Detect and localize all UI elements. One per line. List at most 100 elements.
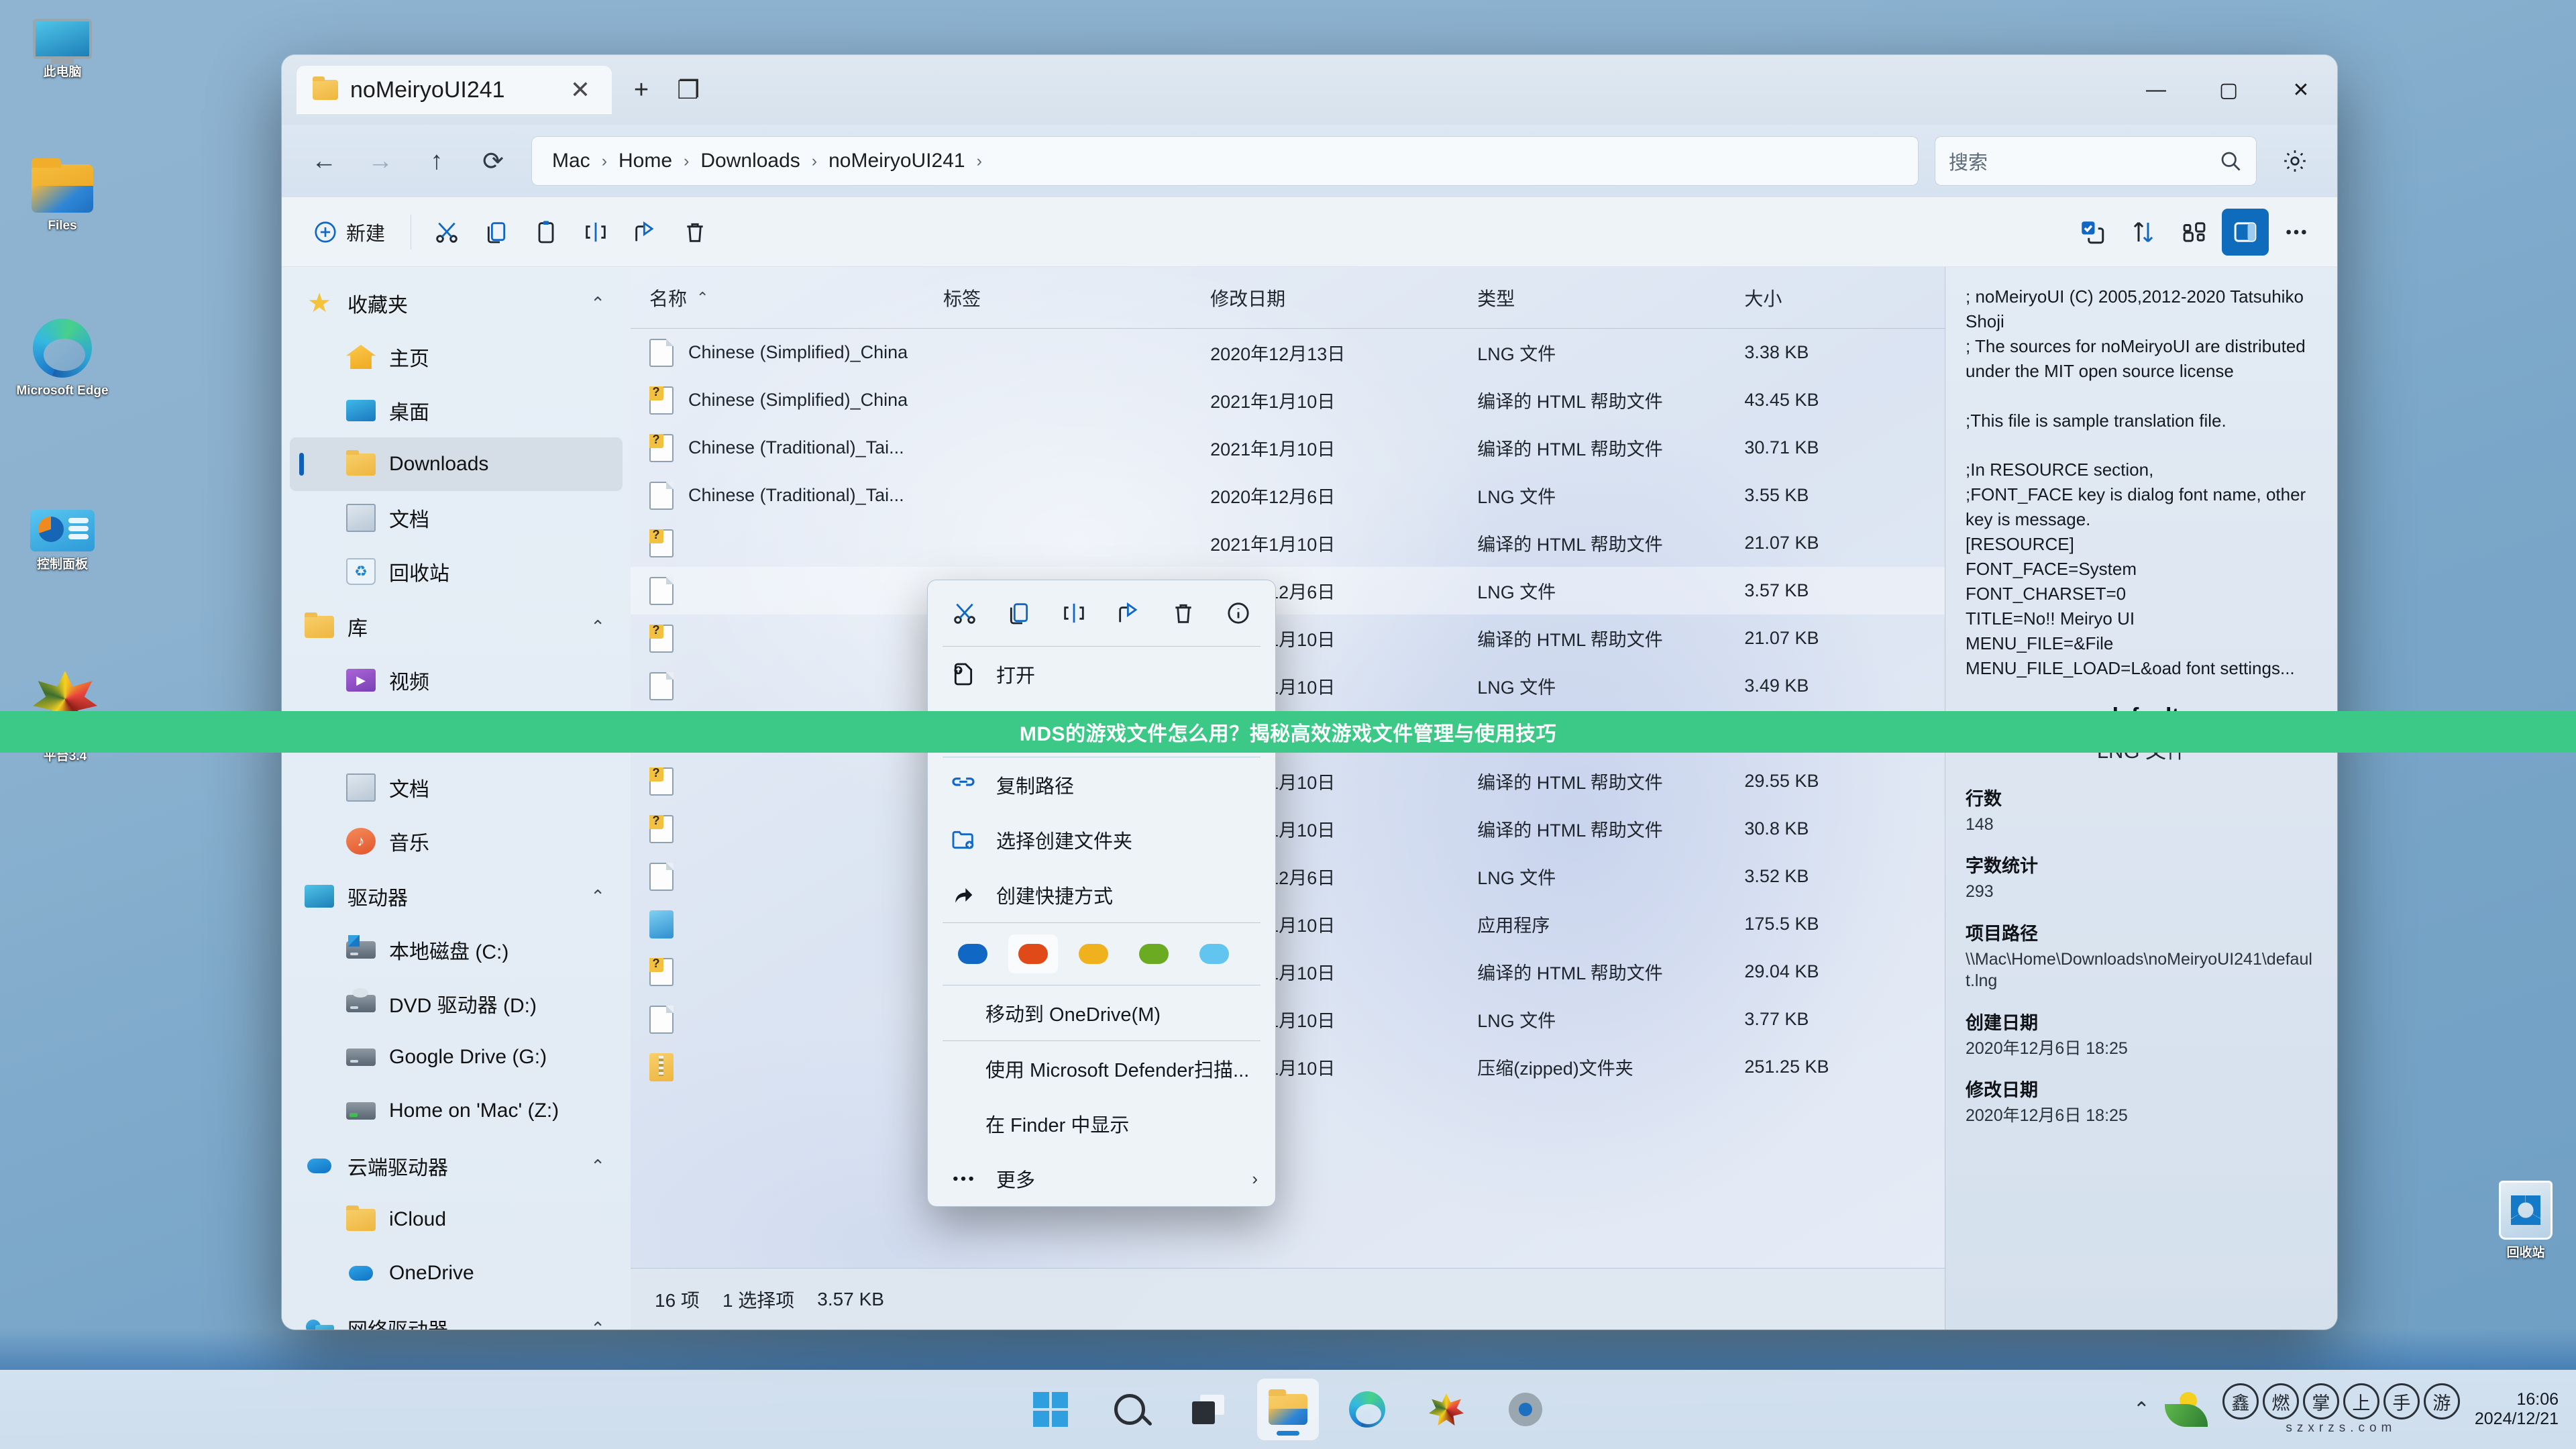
tray-expand-icon[interactable]: ⌃ xyxy=(2133,1398,2150,1421)
table-row[interactable]: Chinese (Traditional)_Tai... 2020年12月6日 LN… xyxy=(631,472,1945,519)
table-row[interactable]: 2021年1月10日LNG 文件3.49 KB xyxy=(631,662,1945,710)
navigation-sidebar[interactable]: ★ 收藏夹 ⌃ 主页 桌面 Downloads 文档 ♻ 回收站 库 ⌃ ▶ 视… xyxy=(282,267,631,1330)
table-row[interactable]: 2021年1月10日压缩(zipped)文件夹251.25 KB xyxy=(631,1043,1945,1091)
taskbar-task-view-button[interactable] xyxy=(1178,1379,1240,1440)
desktop-icon-control-panel[interactable]: 控制面板 xyxy=(12,510,113,573)
color-tag-cyan[interactable] xyxy=(1189,934,1239,973)
sidebar-group-library[interactable]: 库 ⌃ xyxy=(290,600,623,653)
breadcrumb-item-home[interactable]: Home xyxy=(613,147,678,175)
rename-button[interactable] xyxy=(572,209,619,256)
color-tag-blue[interactable] xyxy=(948,934,998,973)
table-row[interactable]: 2021年1月10日应用程序175.5 KB xyxy=(631,900,1945,948)
taskbar-red-alert-button[interactable] xyxy=(1415,1379,1477,1440)
table-row[interactable]: Chinese (Simplified)_China 2021年1月10日 编译的 … xyxy=(631,376,1945,424)
column-header-name[interactable]: 名称 ⌃ xyxy=(649,284,943,311)
table-row[interactable]: Chinese (Simplified)_China 2020年12月13日 LNG… xyxy=(631,329,1945,376)
sidebar-item-desktop[interactable]: 桌面 xyxy=(290,384,623,437)
maximize-button[interactable]: ▢ xyxy=(2192,55,2265,125)
cut-button[interactable] xyxy=(423,209,470,256)
context-rename-button[interactable] xyxy=(1052,592,1096,634)
desktop-icon-files[interactable]: Files xyxy=(12,158,113,234)
chevron-up-icon[interactable]: ⌃ xyxy=(590,293,605,314)
copy-button[interactable] xyxy=(473,209,520,256)
search-input[interactable]: 搜索 xyxy=(1935,136,2257,186)
context-menu-item-new-folder[interactable]: 选择创建文件夹 xyxy=(928,812,1275,867)
tab-nomeiryoui241[interactable]: noMeiryoUI241 ✕ xyxy=(297,66,612,114)
share-button[interactable] xyxy=(622,209,669,256)
view-button[interactable] xyxy=(2171,209,2218,256)
sidebar-item-recycle-bin[interactable]: 回收站 xyxy=(290,545,623,598)
taskbar-file-explorer-button[interactable] xyxy=(1257,1379,1319,1440)
context-menu[interactable]: 打开 打开方式 复制路径 xyxy=(927,580,1276,1207)
breadcrumb[interactable]: Mac › Home › Downloads › noMeiryoUI241 › xyxy=(531,136,1919,186)
chevron-up-icon[interactable]: ⌃ xyxy=(590,616,605,637)
table-row[interactable]: 2020年12月6日LNG 文件3.52 KB xyxy=(631,853,1945,900)
tray-clock[interactable]: 16:06 2024/12/21 xyxy=(2475,1390,2559,1429)
gear-icon[interactable] xyxy=(2270,136,2320,186)
context-menu-item-create-shortcut[interactable]: 创建快捷方式 xyxy=(928,867,1275,922)
table-row[interactable]: 2021年1月10日编译的 HTML 帮助文件21.07 KB xyxy=(631,614,1945,662)
context-cut-button[interactable] xyxy=(943,592,987,634)
sidebar-item-home-on-mac-z[interactable]: Home on 'Mac' (Z:) xyxy=(290,1084,623,1138)
sidebar-item-onedrive[interactable]: OneDrive xyxy=(290,1246,623,1300)
desktop-icon-edge[interactable]: Microsoft Edge xyxy=(12,319,113,399)
new-button[interactable]: 新建 xyxy=(299,209,398,256)
taskbar-start-button[interactable] xyxy=(1020,1379,1081,1440)
column-header-size[interactable]: 大小 xyxy=(1744,284,1945,311)
tab-list-icon[interactable]: ❐ xyxy=(671,72,706,107)
sidebar-item-documents-library[interactable]: 文档 xyxy=(290,761,623,814)
chevron-up-icon[interactable]: ⌃ xyxy=(590,1318,605,1330)
table-row[interactable]: Chinese (Traditional)_Tai... 2021年1月10日 编译… xyxy=(631,424,1945,472)
delete-button[interactable] xyxy=(672,209,718,256)
breadcrumb-item-nomeiryoui241[interactable]: noMeiryoUI241 xyxy=(823,147,970,175)
color-tag-red[interactable] xyxy=(1008,934,1058,973)
sidebar-group-network-drives[interactable]: 网络驱动器 ⌃ xyxy=(290,1301,623,1330)
context-menu-item-open[interactable]: 打开 xyxy=(928,647,1275,702)
more-button[interactable] xyxy=(2273,209,2320,256)
desktop-icon-this-pc[interactable]: 此电脑 xyxy=(12,19,113,80)
context-menu-item-show-in-finder[interactable]: 在 Finder 中显示 xyxy=(928,1096,1275,1151)
context-menu-item-defender-scan[interactable]: 使用 Microsoft Defender扫描... xyxy=(928,1041,1275,1096)
taskbar-search-button[interactable] xyxy=(1099,1379,1161,1440)
table-row[interactable]: 2021年1月10日编译的 HTML 帮助文件21.07 KB xyxy=(631,519,1945,567)
new-tab-button[interactable]: + xyxy=(624,72,659,107)
context-properties-button[interactable] xyxy=(1216,592,1260,634)
column-header-tag[interactable]: 标签 xyxy=(943,284,1210,311)
sidebar-item-music[interactable]: 音乐 xyxy=(290,814,623,868)
context-copy-button[interactable] xyxy=(997,592,1041,634)
column-header-type[interactable]: 类型 xyxy=(1477,284,1744,311)
table-row[interactable]: 2021年1月10日编译的 HTML 帮助文件29.55 KB xyxy=(631,757,1945,805)
context-menu-item-more[interactable]: 更多 › xyxy=(928,1151,1275,1206)
sidebar-item-videos[interactable]: 视频 xyxy=(290,653,623,707)
table-row[interactable]: 2021年1月10日LNG 文件3.77 KB xyxy=(631,996,1945,1043)
sidebar-item-home[interactable]: 主页 xyxy=(290,330,623,384)
sidebar-item-icloud[interactable]: iCloud xyxy=(290,1193,623,1246)
back-button[interactable]: ← xyxy=(299,136,349,186)
color-tag-yellow[interactable] xyxy=(1069,934,1118,973)
column-header-date[interactable]: 修改日期 xyxy=(1210,284,1477,311)
table-row[interactable]: 2020年12月6日LNG 文件3.57 KB xyxy=(631,567,1945,614)
taskbar-edge-button[interactable] xyxy=(1336,1379,1398,1440)
context-menu-item-copy-path[interactable]: 复制路径 xyxy=(928,757,1275,812)
paste-button[interactable] xyxy=(523,209,570,256)
table-row[interactable]: 2021年1月10日编译的 HTML 帮助文件30.8 KB xyxy=(631,805,1945,853)
color-tag-green[interactable] xyxy=(1129,934,1179,973)
breadcrumb-item-downloads[interactable]: Downloads xyxy=(695,147,805,175)
sidebar-group-drives[interactable]: 驱动器 ⌃ xyxy=(290,869,623,923)
select-button[interactable] xyxy=(2069,209,2116,256)
close-tab-icon[interactable]: ✕ xyxy=(564,73,597,107)
sidebar-item-local-disk-c[interactable]: 本地磁盘 (C:) xyxy=(290,923,623,977)
context-menu-item-move-to-onedrive[interactable]: 移动到 OneDrive(M) xyxy=(928,985,1275,1040)
sidebar-group-cloud-drives[interactable]: 云端驱动器 ⌃ xyxy=(290,1139,623,1193)
sort-button[interactable] xyxy=(2120,209,2167,256)
up-button[interactable]: ↑ xyxy=(412,136,462,186)
sidebar-group-favorites[interactable]: ★ 收藏夹 ⌃ xyxy=(290,276,623,330)
minimize-button[interactable]: — xyxy=(2120,55,2192,125)
context-delete-button[interactable] xyxy=(1161,592,1205,634)
details-pane-button[interactable] xyxy=(2222,208,2269,256)
close-window-button[interactable]: ✕ xyxy=(2265,55,2337,125)
sidebar-item-documents[interactable]: 文档 xyxy=(290,491,623,545)
table-row[interactable]: 2021年1月10日编译的 HTML 帮助文件29.04 KB xyxy=(631,948,1945,996)
chevron-up-icon[interactable]: ⌃ xyxy=(590,886,605,907)
desktop-icon-recycle-bin[interactable]: 回收站 xyxy=(2475,1181,2576,1261)
